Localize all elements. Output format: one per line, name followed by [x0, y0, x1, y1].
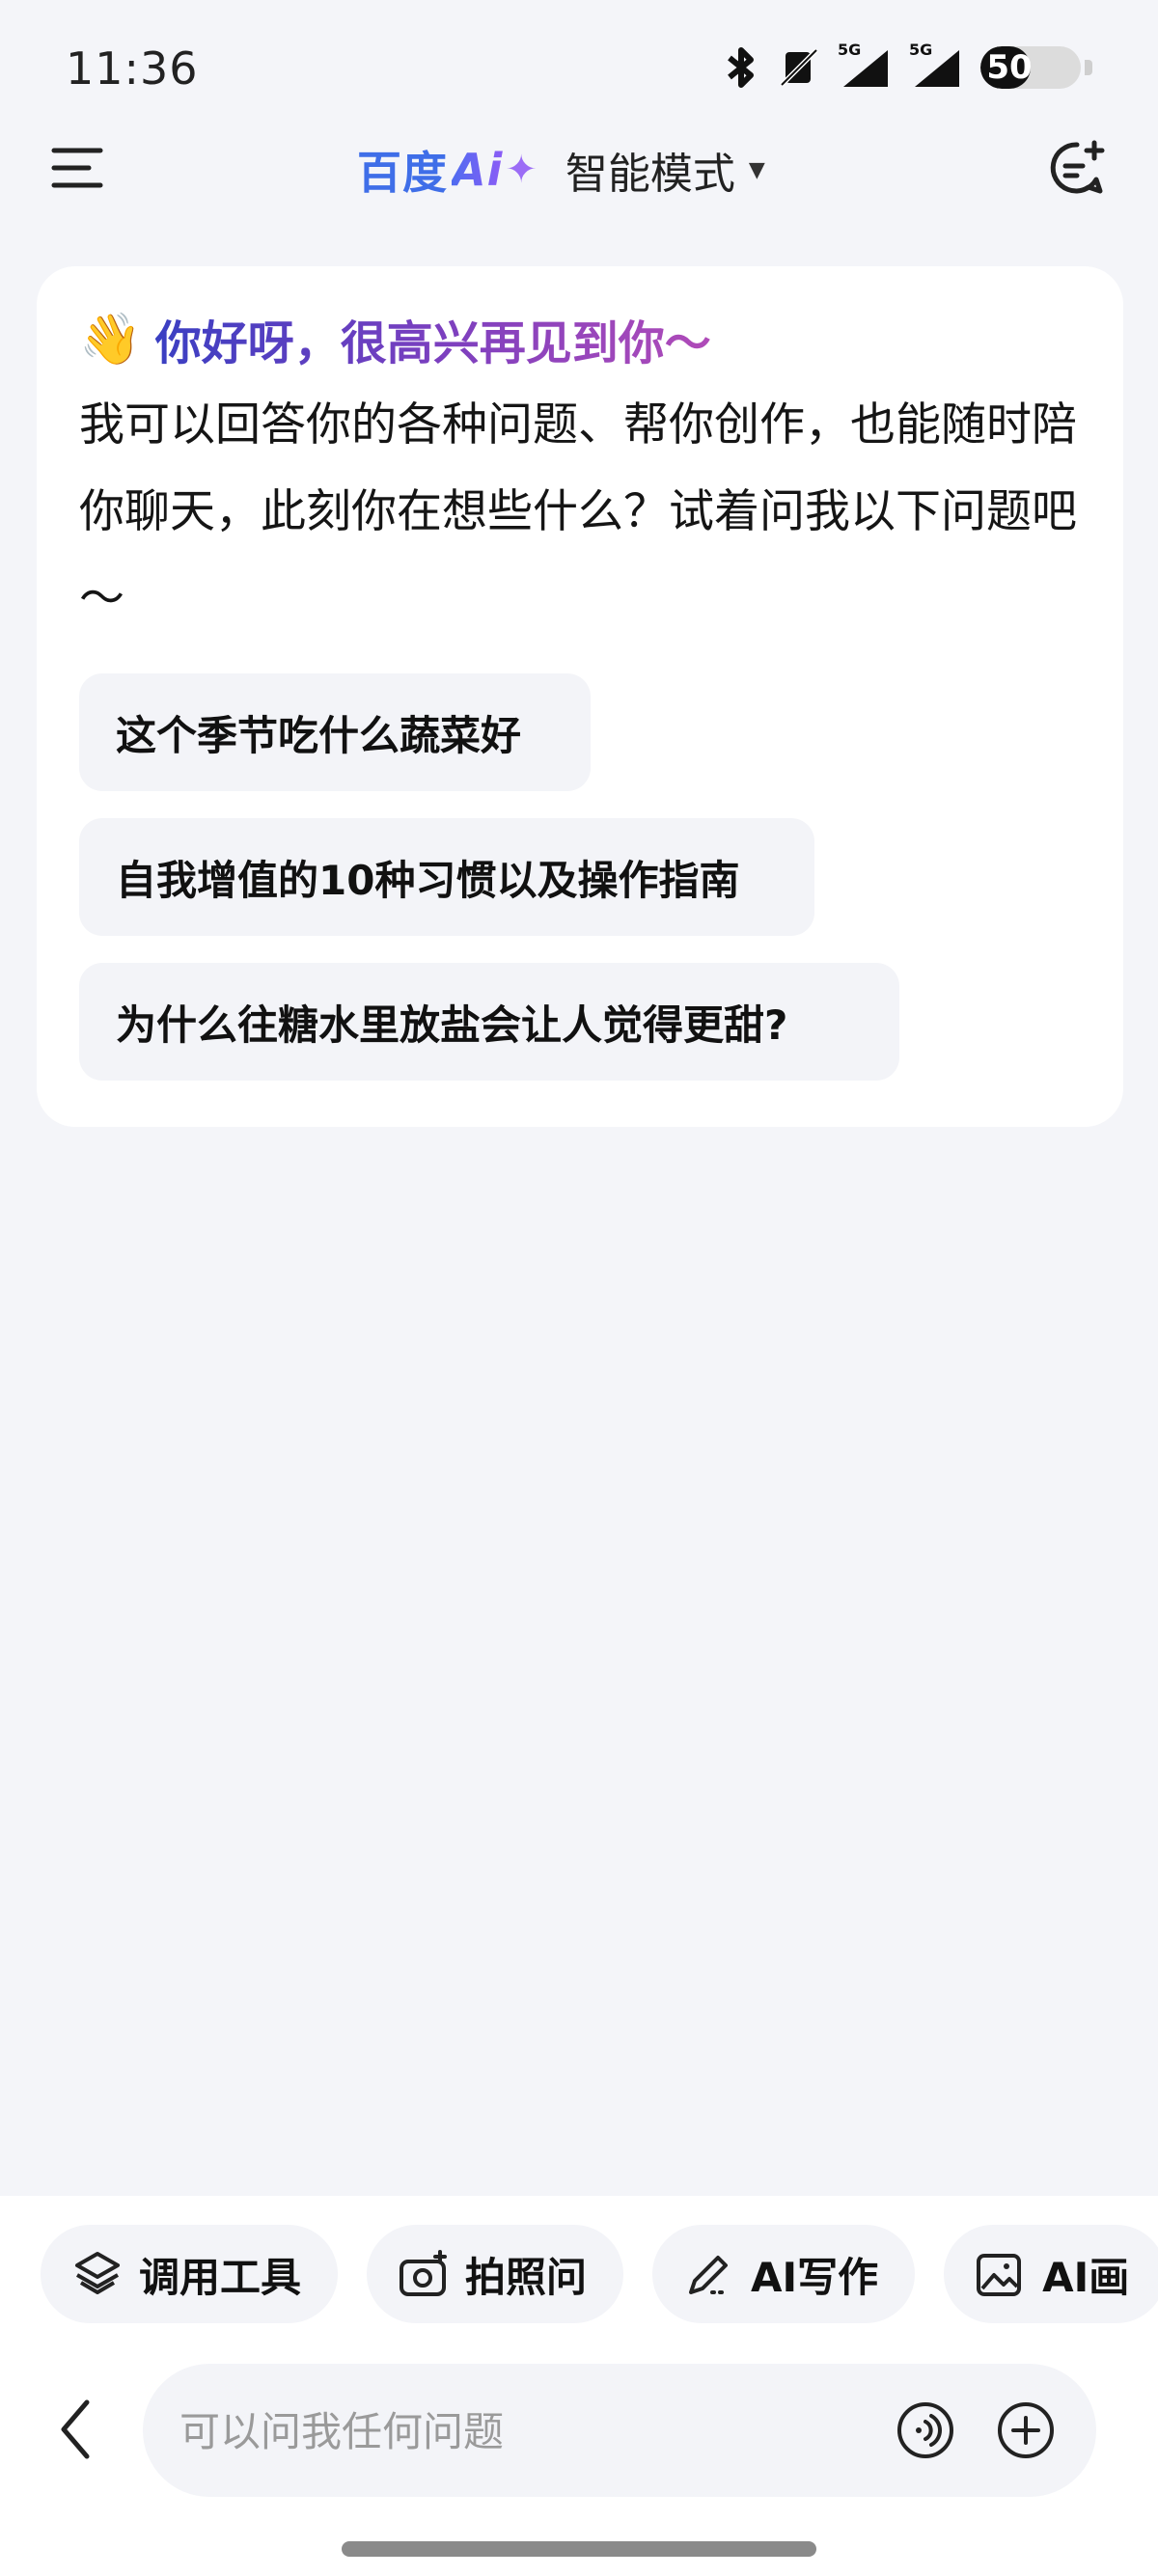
tool-row: 调用工具 拍照问 AI写作 AI画	[41, 2225, 1158, 2323]
tool-chip-photo[interactable]: 拍照问	[367, 2225, 624, 2323]
battery-cap	[1085, 60, 1092, 75]
new-chat-icon	[1050, 140, 1105, 194]
tool-label: 调用工具	[139, 2253, 302, 2301]
home-indicator	[342, 2541, 816, 2557]
header-center: 百度 Ai ✦ 智能模式 ▼	[357, 141, 765, 199]
back-button[interactable]	[56, 2398, 95, 2464]
suggestion-chip[interactable]: 这个季节吃什么蔬菜好	[79, 673, 591, 791]
plus-circle-icon	[998, 2402, 1054, 2458]
suggestion-chip[interactable]: 为什么往糖水里放盐会让人觉得更甜?	[79, 963, 899, 1081]
suggestion-chip[interactable]: 自我增值的10种习惯以及操作指南	[79, 818, 814, 936]
camera-icon	[400, 2250, 448, 2296]
bluetooth-icon	[728, 47, 754, 88]
tool-label: AI写作	[751, 2253, 879, 2301]
tool-chip-drawing[interactable]: AI画	[944, 2225, 1158, 2323]
tool-label: 拍照问	[465, 2253, 588, 2301]
status-icons: 5G 5G 50	[722, 41, 1092, 89]
caret-down-icon: ▼	[748, 157, 765, 182]
layers-icon	[75, 2252, 120, 2294]
image-icon	[977, 2254, 1022, 2296]
signal-icon-2: 5G	[909, 41, 963, 89]
tool-label: AI画	[1042, 2253, 1130, 2301]
logo-text: 百度	[357, 147, 448, 199]
status-bar: 11:36 5G 5G 50	[0, 0, 1158, 135]
baidu-ai-logo: 百度 Ai ✦	[357, 138, 538, 202]
voice-button[interactable]	[896, 2400, 955, 2464]
pen-icon	[689, 2256, 731, 2294]
greeting: 👋 你好呀，很高兴再见到你～	[79, 305, 711, 372]
voice-icon	[897, 2402, 953, 2458]
tool-chip-tools[interactable]: 调用工具	[41, 2225, 339, 2323]
chevron-left-icon	[61, 2399, 90, 2459]
new-chat-button[interactable]	[1046, 137, 1108, 199]
signal-icon-1: 5G	[838, 41, 892, 89]
bottom-panel: 调用工具 拍照问 AI写作 AI画	[0, 2196, 1158, 2576]
chat-input[interactable]	[178, 2393, 915, 2470]
vibrate-off-icon	[780, 48, 818, 87]
greeting-text: 你好呀，很高兴再见到你～	[155, 305, 711, 372]
mode-label: 智能模式	[565, 150, 735, 199]
top-header: 百度 Ai ✦ 智能模式 ▼	[0, 135, 1158, 212]
plus-button[interactable]	[996, 2400, 1056, 2464]
hamburger-menu-icon	[51, 148, 103, 188]
waving-hand-icon: 👋	[79, 310, 142, 369]
logo-ai: Ai	[452, 144, 504, 196]
sparkle-icon: ✦	[505, 148, 538, 192]
battery-icon: 50	[980, 46, 1081, 89]
chat-input-bar	[143, 2364, 1096, 2497]
mode-selector[interactable]: 智能模式 ▼	[565, 139, 765, 201]
menu-button[interactable]	[50, 141, 104, 195]
intro-text: 我可以回答你的各种问题、帮你创作，也能随时陪你聊天，此刻你在想些什么？试着问我以…	[79, 398, 1077, 625]
status-time: 11:36	[66, 42, 199, 95]
battery-level: 50	[986, 48, 1033, 87]
tool-chip-writing[interactable]: AI写作	[652, 2225, 916, 2323]
welcome-card: 👋 你好呀，很高兴再见到你～ 我可以回答你的各种问题、帮你创作，也能随时陪你聊天…	[37, 266, 1123, 1127]
